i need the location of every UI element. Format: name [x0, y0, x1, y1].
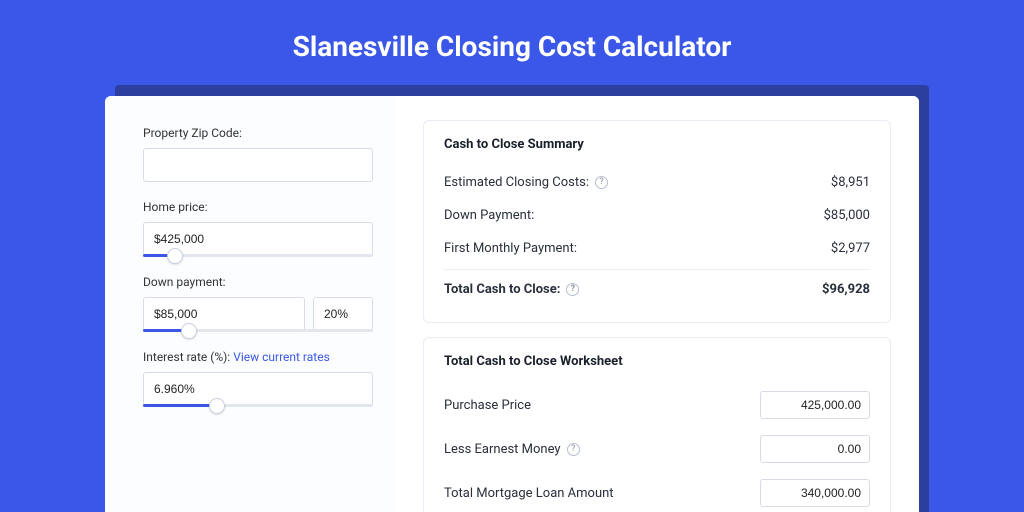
interest-rate-slider-thumb[interactable] [209, 398, 225, 414]
interest-rate-slider[interactable] [143, 404, 373, 407]
help-icon[interactable]: ? [567, 443, 580, 456]
worksheet-row: Purchase Price [444, 383, 870, 427]
summary-panel: Cash to Close Summary Estimated Closing … [423, 120, 891, 323]
worksheet-earnest-money-input[interactable] [760, 435, 870, 463]
summary-row-value: $85,000 [824, 208, 870, 223]
worksheet-loan-amount-input[interactable] [760, 479, 870, 507]
down-payment-slider[interactable] [143, 329, 373, 332]
worksheet-row-label: Total Mortgage Loan Amount [444, 486, 614, 501]
interest-rate-label: Interest rate (%): View current rates [143, 350, 373, 364]
worksheet-heading: Total Cash to Close Worksheet [444, 354, 870, 369]
down-payment-label: Down payment: [143, 275, 373, 289]
summary-row: Down Payment: $85,000 [444, 199, 870, 232]
worksheet-row: Less Earnest Money ? [444, 427, 870, 471]
help-icon[interactable]: ? [595, 176, 608, 189]
inputs-panel: Property Zip Code: Home price: Down paym… [105, 96, 395, 512]
view-current-rates-link[interactable]: View current rates [233, 350, 330, 364]
worksheet-row-label: Less Earnest Money [444, 442, 561, 457]
results-panel: Cash to Close Summary Estimated Closing … [395, 96, 919, 512]
down-payment-percent-input[interactable] [313, 297, 373, 331]
worksheet-panel: Total Cash to Close Worksheet Purchase P… [423, 337, 891, 512]
summary-row-label: Estimated Closing Costs: [444, 175, 589, 190]
zip-label: Property Zip Code: [143, 126, 373, 140]
summary-row-label: Down Payment: [444, 208, 534, 223]
summary-total-value: $96,928 [822, 282, 870, 297]
zip-group: Property Zip Code: [143, 126, 373, 182]
interest-rate-group: Interest rate (%): View current rates [143, 350, 373, 407]
help-icon[interactable]: ? [566, 283, 579, 296]
zip-input[interactable] [143, 148, 373, 182]
home-price-slider[interactable] [143, 254, 373, 257]
worksheet-row-label: Purchase Price [444, 398, 531, 413]
home-price-slider-thumb[interactable] [167, 248, 183, 264]
down-payment-group: Down payment: [143, 275, 373, 332]
page-title: Slanesville Closing Cost Calculator [0, 0, 1024, 63]
summary-row: First Monthly Payment: $2,977 [444, 232, 870, 265]
interest-rate-input[interactable] [143, 372, 373, 406]
summary-row: Estimated Closing Costs: ? $8,951 [444, 166, 870, 199]
down-payment-amount-input[interactable] [143, 297, 305, 331]
down-payment-slider-thumb[interactable] [181, 323, 197, 339]
summary-heading: Cash to Close Summary [444, 137, 870, 152]
worksheet-row: Total Mortgage Loan Amount [444, 471, 870, 512]
summary-row-value: $2,977 [831, 241, 870, 256]
home-price-label: Home price: [143, 200, 373, 214]
summary-row-label: First Monthly Payment: [444, 241, 577, 256]
worksheet-purchase-price-input[interactable] [760, 391, 870, 419]
summary-total-label: Total Cash to Close: [444, 282, 560, 297]
summary-total-row: Total Cash to Close: ? $96,928 [444, 269, 870, 306]
calculator-card: Property Zip Code: Home price: Down paym… [105, 96, 919, 512]
home-price-group: Home price: [143, 200, 373, 257]
summary-row-value: $8,951 [831, 175, 870, 190]
